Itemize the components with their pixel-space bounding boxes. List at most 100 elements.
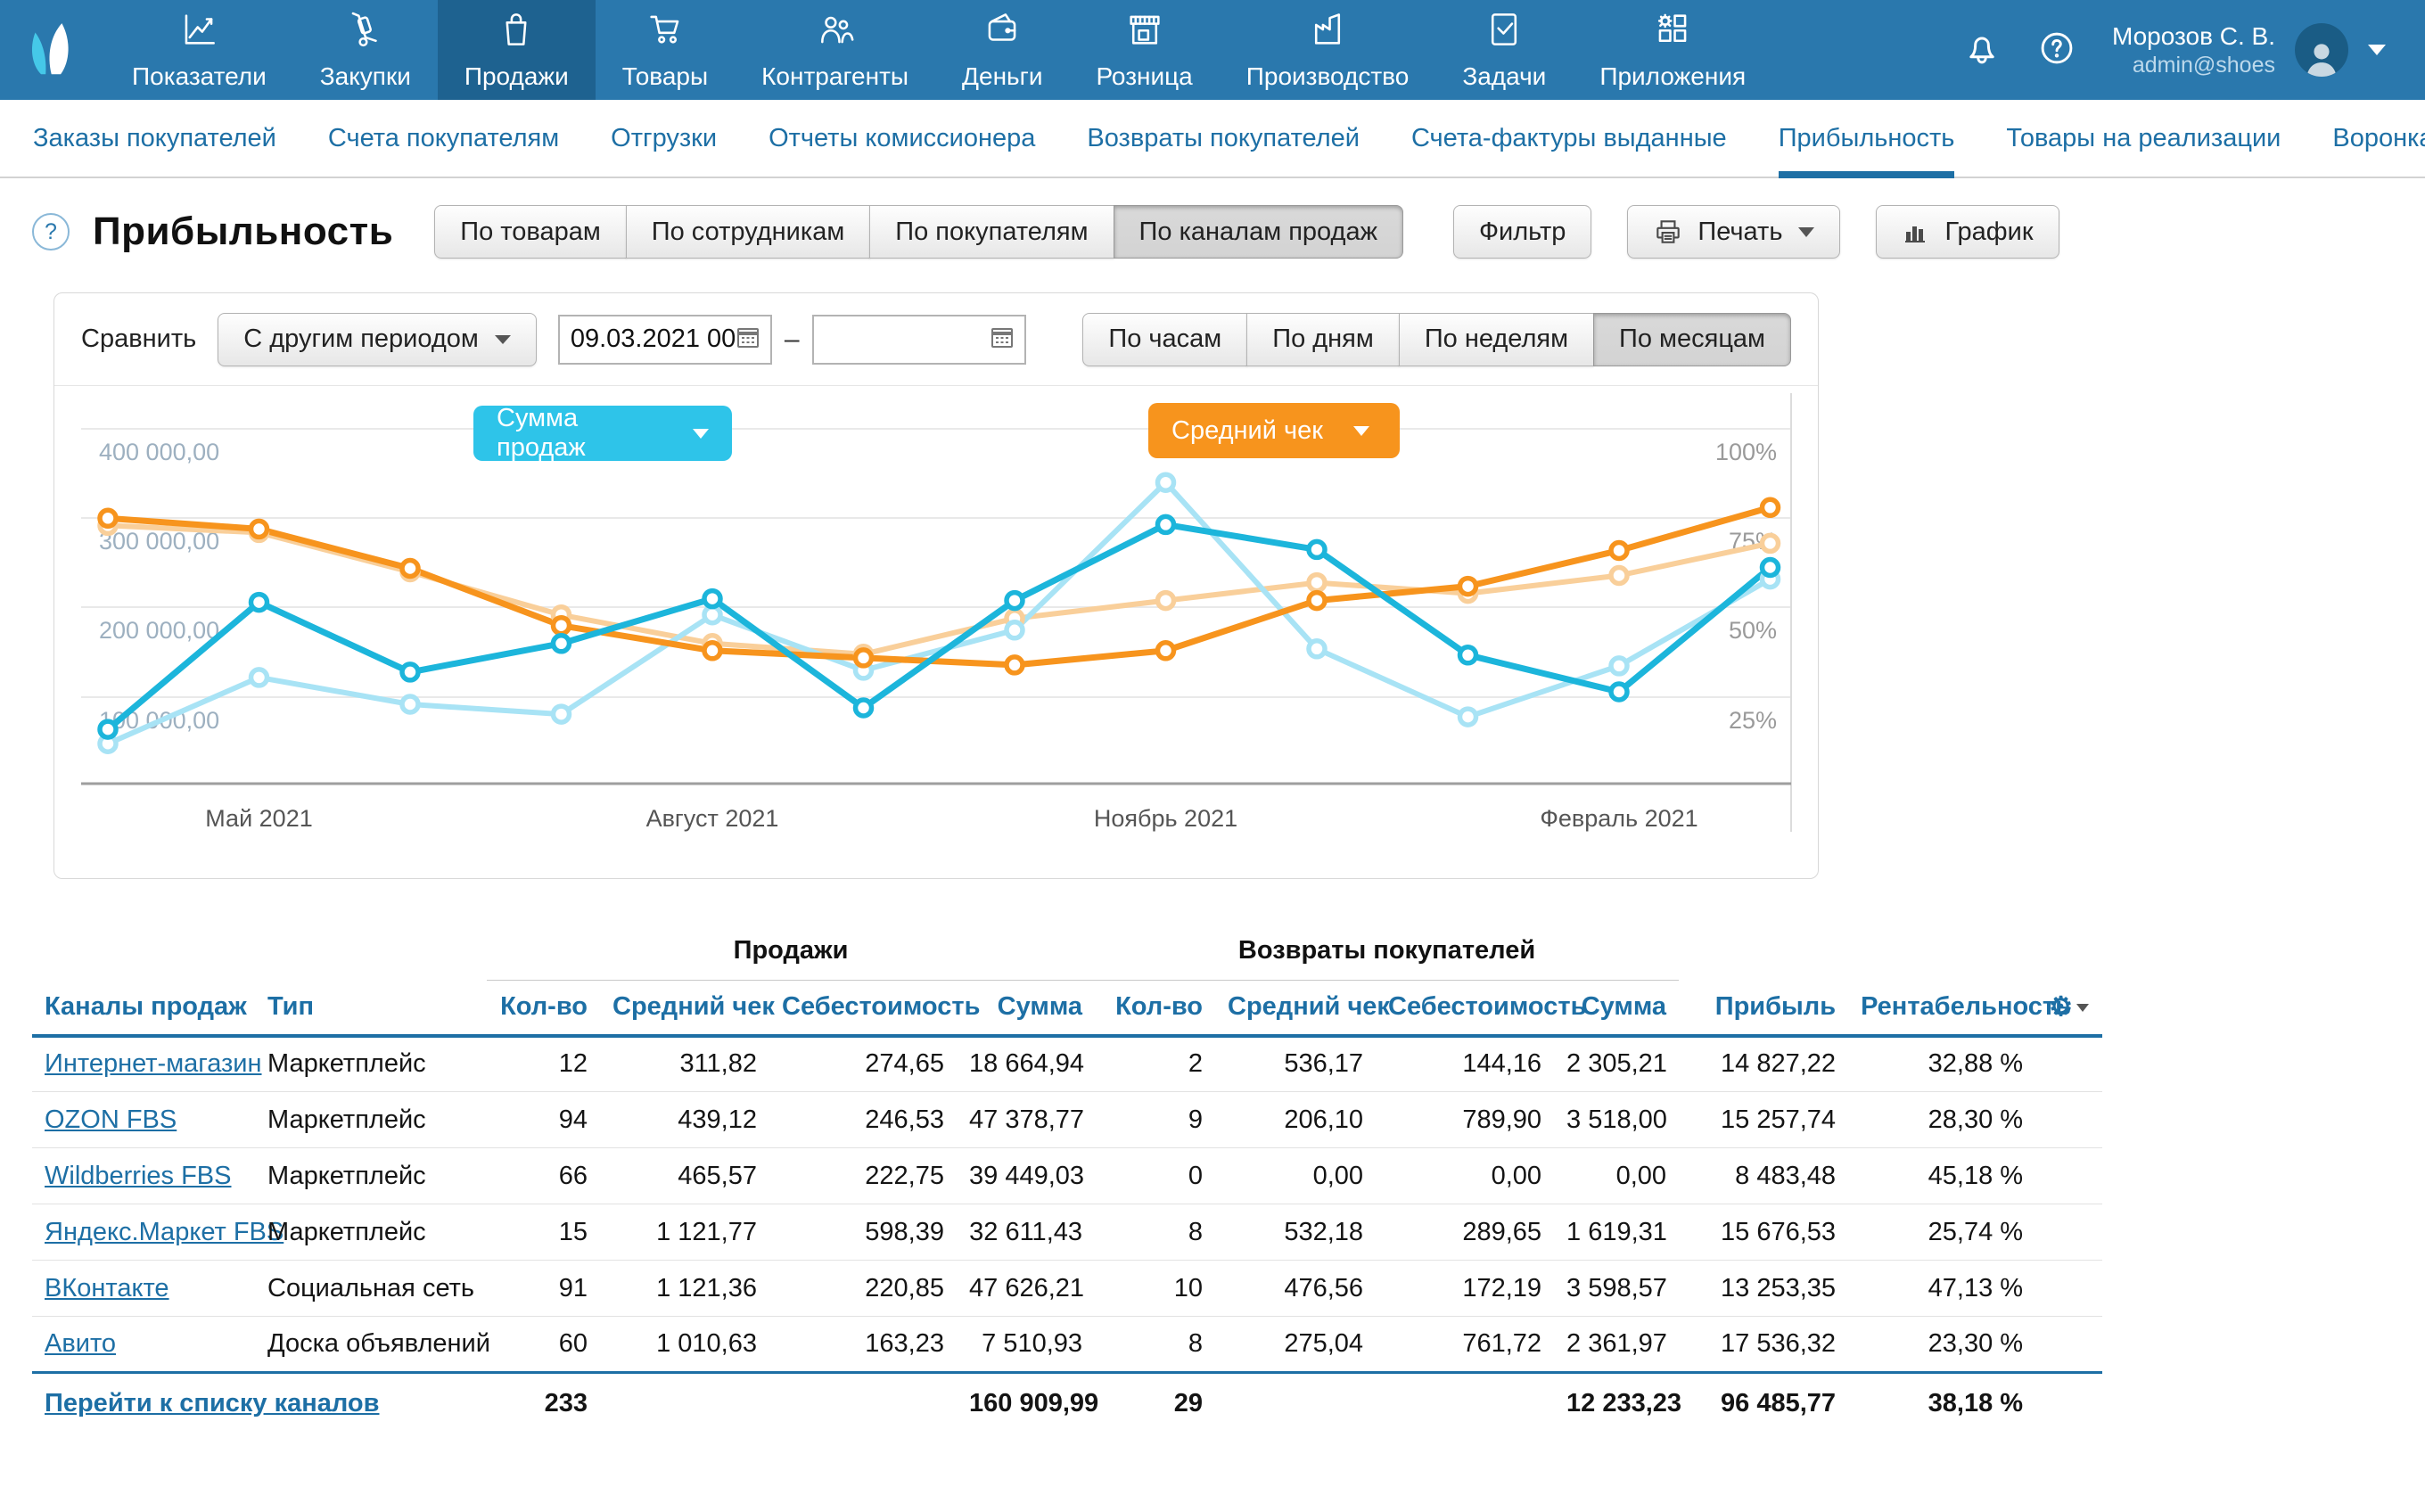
tab-tovary-na-realizatsii[interactable]: Товары на реализации	[1980, 100, 2306, 177]
channel-link[interactable]: Интернет-магазин	[45, 1049, 262, 1078]
chart-point[interactable]	[1007, 657, 1023, 673]
chart-point[interactable]	[251, 670, 267, 686]
view-by-customers-button[interactable]: По покупателям	[869, 205, 1114, 259]
col-header-channels[interactable]: Каналы продаж	[32, 981, 255, 1036]
view-by-employees-button[interactable]: По сотрудникам	[626, 205, 871, 259]
chart-toggle-button[interactable]: График	[1876, 205, 2059, 259]
chart-point[interactable]	[1158, 593, 1174, 609]
compare-mode-dropdown[interactable]: С другим периодом	[218, 313, 537, 366]
chart-point[interactable]	[1158, 643, 1174, 659]
col-header-returns-qty[interactable]: Кол-во	[1095, 981, 1215, 1036]
print-button[interactable]: Печать	[1627, 205, 1840, 259]
chart-point[interactable]	[856, 650, 872, 666]
chart-point[interactable]	[402, 561, 418, 577]
chart-point[interactable]	[100, 721, 116, 737]
date-to-field[interactable]	[812, 315, 1026, 365]
chart-point[interactable]	[704, 591, 720, 607]
calendar-icon[interactable]	[989, 324, 1015, 355]
chart-point[interactable]	[1763, 560, 1779, 576]
col-header-sales-qty[interactable]: Кол-во	[487, 981, 600, 1036]
nav-item-pokazateli[interactable]: Показатели	[105, 0, 293, 100]
nav-item-tovary[interactable]: Товары	[596, 0, 735, 100]
chart-point[interactable]	[1007, 593, 1023, 609]
help-icon[interactable]	[2037, 29, 2076, 72]
chart-point[interactable]	[554, 706, 570, 722]
chart-point[interactable]	[1460, 579, 1476, 595]
moysklad-logo[interactable]	[0, 0, 105, 100]
tab-pribylnost[interactable]: Прибыльность	[1753, 100, 1981, 177]
chart-point[interactable]	[1763, 499, 1779, 515]
tab-voronka-prodazh[interactable]: Воронка продаж	[2306, 100, 2425, 177]
chart-point[interactable]	[1460, 709, 1476, 725]
nav-item-prodazhi[interactable]: Продажи	[438, 0, 596, 100]
chart-point[interactable]	[1309, 641, 1325, 657]
nav-item-prilozheniya[interactable]: Приложения	[1573, 0, 1772, 100]
tab-vozvraty-pokupateley[interactable]: Возвраты покупателей	[1061, 100, 1385, 177]
chart-point[interactable]	[856, 700, 872, 716]
channel-link[interactable]: OZON FBS	[45, 1105, 177, 1134]
nav-item-kontragenty[interactable]: Контрагенты	[735, 0, 935, 100]
chart-point[interactable]	[1460, 647, 1476, 663]
granularity-weeks-button[interactable]: По неделям	[1399, 313, 1594, 366]
filter-button[interactable]: Фильтр	[1453, 205, 1591, 259]
user-menu[interactable]: Морозов С. В. admin@shoes	[2112, 21, 2386, 79]
channel-link[interactable]: Авито	[45, 1329, 116, 1358]
chevron-down-icon[interactable]	[2368, 45, 2386, 55]
channel-link[interactable]: ВКонтакте	[45, 1274, 169, 1302]
chart-point[interactable]	[1763, 535, 1779, 551]
chart-point[interactable]	[1007, 622, 1023, 638]
chart-point[interactable]	[554, 636, 570, 652]
chart-point[interactable]	[251, 595, 267, 611]
tab-scheta-faktury[interactable]: Счета-фактуры выданные	[1385, 100, 1753, 177]
col-header-sales-avg[interactable]: Средний чек	[600, 981, 769, 1036]
chart-point[interactable]	[1158, 516, 1174, 532]
view-by-products-button[interactable]: По товарам	[434, 205, 627, 259]
tab-otchety-komissionera[interactable]: Отчеты комиссионера	[743, 100, 1061, 177]
nav-item-dengi[interactable]: Деньги	[935, 0, 1069, 100]
granularity-hours-button[interactable]: По часам	[1082, 313, 1247, 366]
date-from-input[interactable]	[571, 325, 735, 354]
granularity-days-button[interactable]: По дням	[1246, 313, 1400, 366]
chart-point[interactable]	[554, 618, 570, 634]
go-to-channels-link[interactable]: Перейти к списку каналов	[45, 1389, 379, 1418]
chart-point[interactable]	[1158, 474, 1174, 490]
nav-item-zadachi[interactable]: Задачи	[1435, 0, 1573, 100]
granularity-months-button[interactable]: По месяцам	[1593, 313, 1791, 366]
chart-point[interactable]	[1611, 568, 1627, 584]
page-help-icon[interactable]: ?	[32, 213, 70, 251]
nav-item-zakupki[interactable]: Закупки	[293, 0, 438, 100]
chart-point[interactable]	[100, 510, 116, 526]
chart-point[interactable]	[402, 664, 418, 680]
date-to-input[interactable]	[825, 325, 989, 354]
nav-item-roznitsa[interactable]: Розница	[1069, 0, 1219, 100]
chart-point[interactable]	[704, 643, 720, 659]
nav-item-proizvodstvo[interactable]: Производство	[1220, 0, 1436, 100]
notifications-bell-icon[interactable]	[1962, 29, 2002, 72]
tab-zakazy-pokupateley[interactable]: Заказы покупателей	[7, 100, 302, 177]
avatar[interactable]	[2295, 23, 2348, 77]
chart-point[interactable]	[1309, 541, 1325, 557]
col-header-type[interactable]: Тип	[255, 981, 487, 1036]
view-by-channels-button[interactable]: По каналам продаж	[1114, 205, 1403, 259]
chart-point[interactable]	[1309, 575, 1325, 591]
col-header-returns-avg[interactable]: Средний чек	[1215, 981, 1376, 1036]
col-header-margin[interactable]: Рентабельность	[1848, 981, 2035, 1036]
chart-point[interactable]	[1309, 593, 1325, 609]
col-header-sales-cost[interactable]: Себестоимость	[769, 981, 957, 1036]
col-header-profit[interactable]: Прибыль	[1679, 981, 1848, 1036]
col-header-returns-cost[interactable]: Себестоимость	[1376, 981, 1554, 1036]
chart-point[interactable]	[402, 696, 418, 712]
chart-point[interactable]	[704, 607, 720, 623]
calendar-icon[interactable]	[735, 324, 761, 355]
chart-point[interactable]	[1611, 684, 1627, 700]
right-metric-dropdown[interactable]: Средний чек	[1148, 403, 1400, 458]
left-metric-dropdown[interactable]: Сумма продаж	[473, 406, 732, 461]
tab-otgruzki[interactable]: Отгрузки	[585, 100, 743, 177]
chart-point[interactable]	[1611, 543, 1627, 559]
channel-link[interactable]: Яндекс.Маркет FBS	[45, 1218, 284, 1246]
tab-scheta-pokupatelyam[interactable]: Счета покупателям	[302, 100, 585, 177]
chart-point[interactable]	[251, 521, 267, 537]
chart-point[interactable]	[1611, 658, 1627, 674]
date-from-field[interactable]	[558, 315, 772, 365]
channel-link[interactable]: Wildberries FBS	[45, 1162, 232, 1190]
